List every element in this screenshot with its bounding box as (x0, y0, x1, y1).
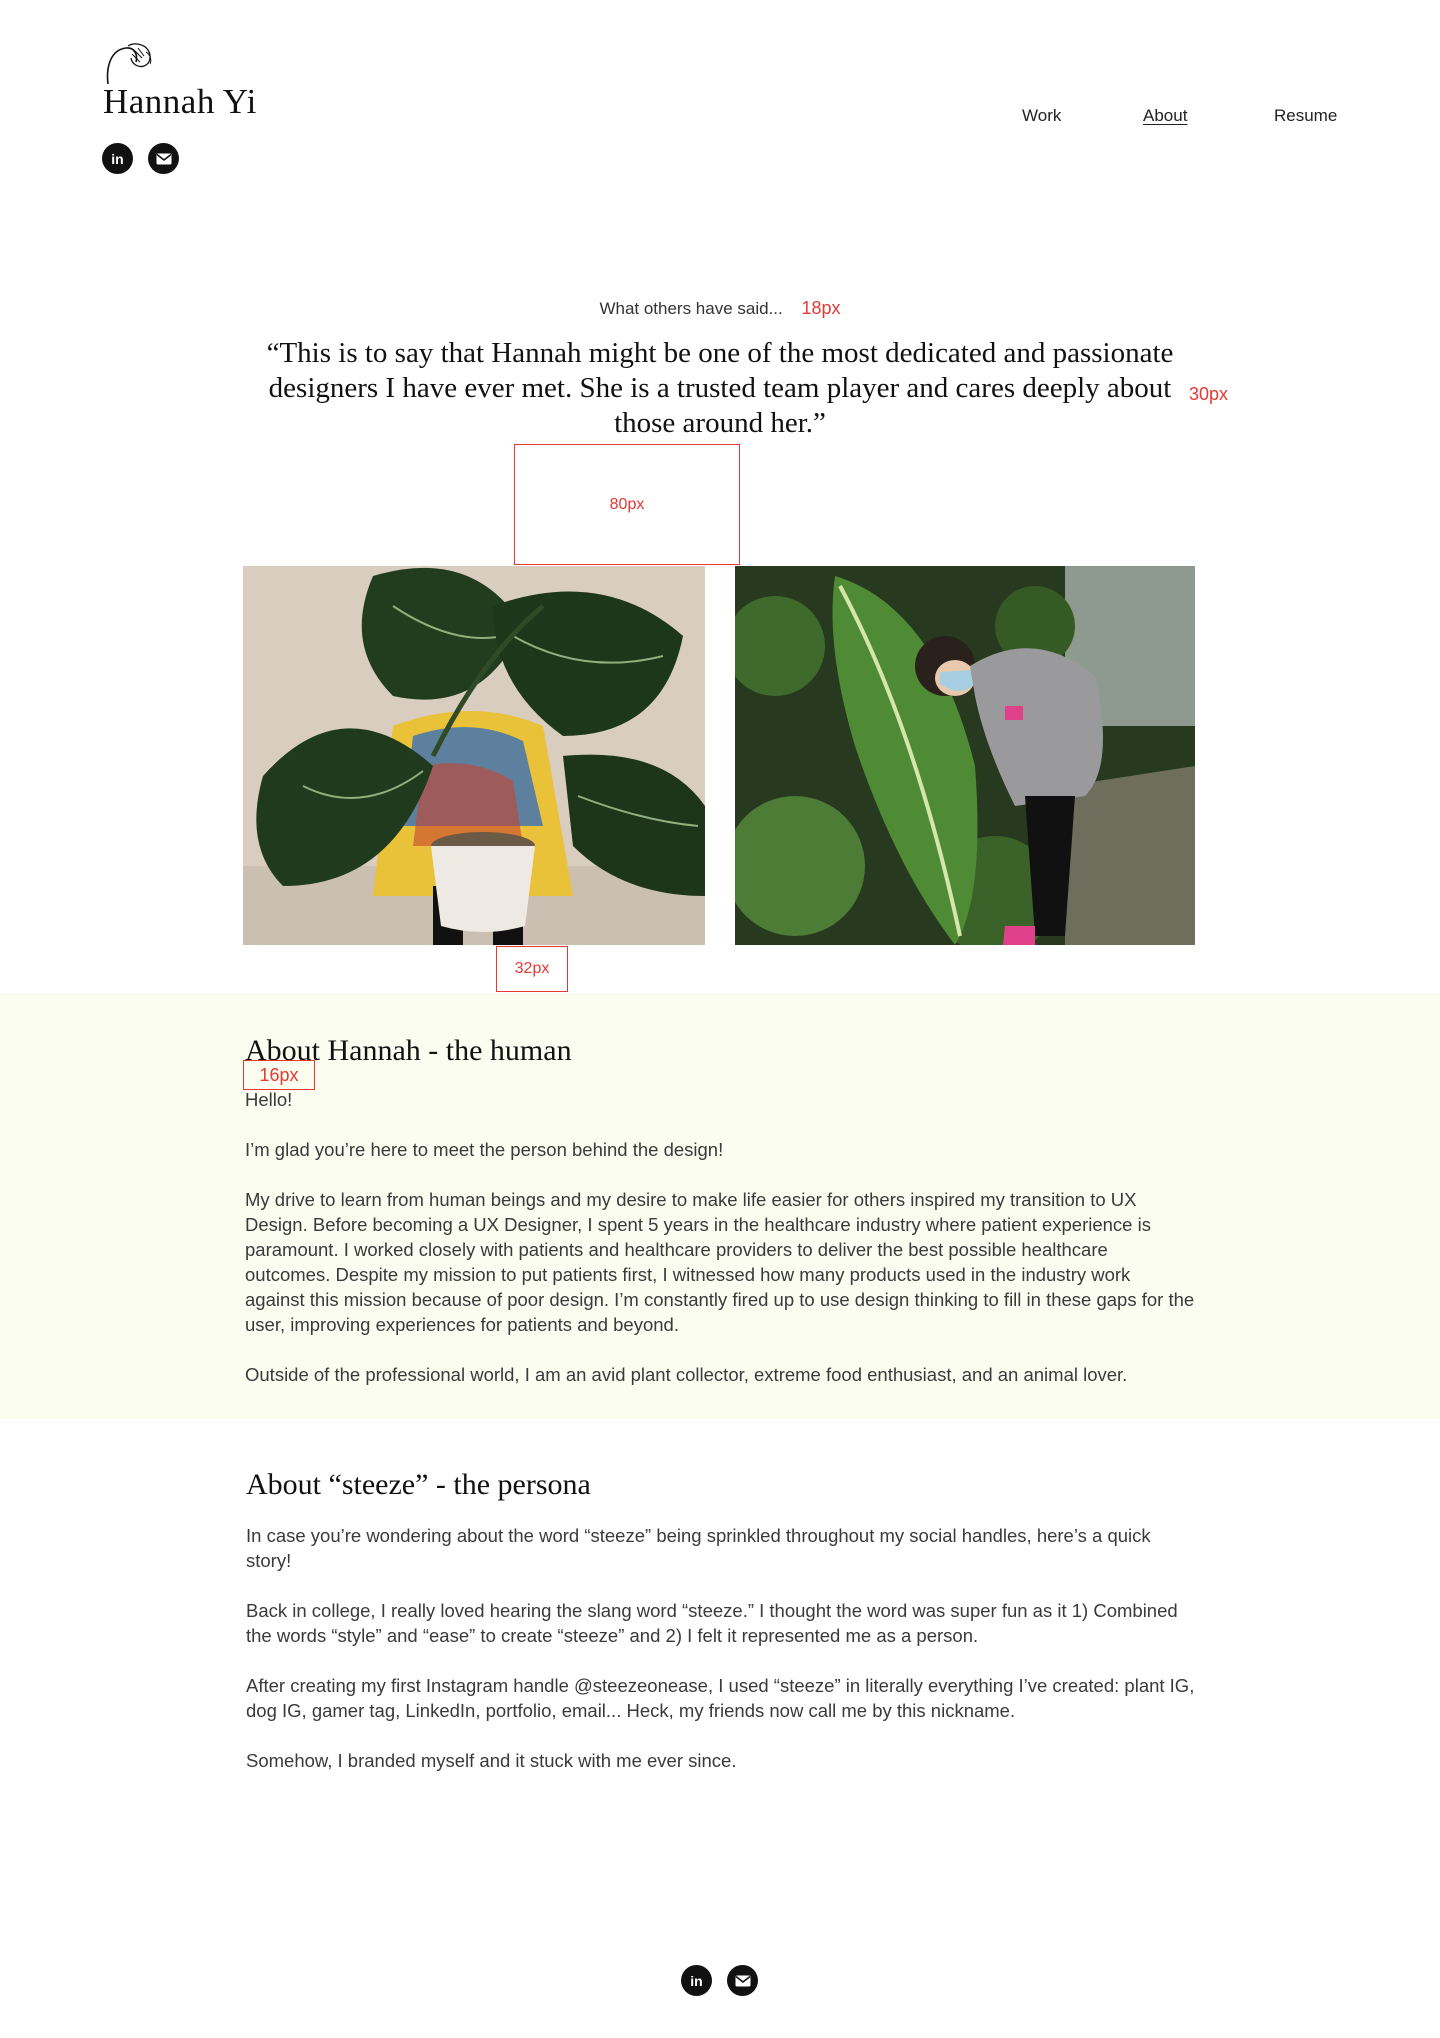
email-icon[interactable] (148, 143, 179, 174)
about-persona-para: Back in college, I really loved hearing … (246, 1600, 1178, 1646)
about-human-para: Hello! (245, 1089, 293, 1110)
photo-plant-holding (243, 566, 705, 945)
footer-linkedin-icon-label: in (690, 1972, 703, 1989)
about-persona-para: In case you’re wondering about the word … (246, 1525, 1151, 1571)
testimonial-kicker: What others have said... 18px (0, 298, 1440, 319)
site-name[interactable]: Hannah Yi (103, 84, 257, 119)
annotation-kicker-size: 18px (801, 298, 841, 318)
annotation-gap-32-label: 32px (514, 960, 550, 977)
about-human-body: Hello! I’m glad you’re here to meet the … (245, 1087, 1195, 1387)
about-persona-para: After creating my first Instagram handle… (246, 1675, 1195, 1721)
nav-resume[interactable]: Resume (1274, 106, 1337, 126)
about-persona-title: About “steeze” - the persona (246, 1468, 591, 1501)
about-human-para: Outside of the professional world, I am … (245, 1364, 1128, 1385)
logo-mark (104, 42, 160, 86)
annotation-gap-80: 80px (514, 444, 740, 565)
photo-plant-holding-image (243, 566, 705, 945)
annotation-gap-16-label: 16px (259, 1064, 299, 1085)
about-human-para: My drive to learn from human beings and … (245, 1189, 1195, 1335)
about-persona-body: In case you’re wondering about the word … (246, 1523, 1196, 1773)
linkedin-icon[interactable]: in (102, 143, 133, 174)
footer-email-icon[interactable] (727, 1965, 758, 1996)
about-human-para: I’m glad you’re here to meet the person … (245, 1139, 724, 1160)
nav-work[interactable]: Work (1022, 106, 1061, 126)
about-persona-para: Somehow, I branded myself and it stuck w… (246, 1750, 737, 1771)
annotation-gap-80-label: 80px (609, 495, 645, 513)
kicker-text: What others have said... (599, 299, 783, 318)
nav-about[interactable]: About (1143, 106, 1187, 126)
annotation-gap-32: 32px (496, 946, 568, 992)
footer-linkedin-icon[interactable]: in (681, 1965, 712, 1996)
testimonial-quote: “This is to say that Hannah might be one… (266, 337, 1174, 439)
annotation-gap-16: 16px (243, 1060, 315, 1090)
photo-greenhouse (735, 566, 1195, 945)
annotation-quote-size: 30px (1189, 384, 1229, 404)
photo-greenhouse-image (735, 566, 1195, 945)
linkedin-icon-label: in (111, 150, 124, 167)
